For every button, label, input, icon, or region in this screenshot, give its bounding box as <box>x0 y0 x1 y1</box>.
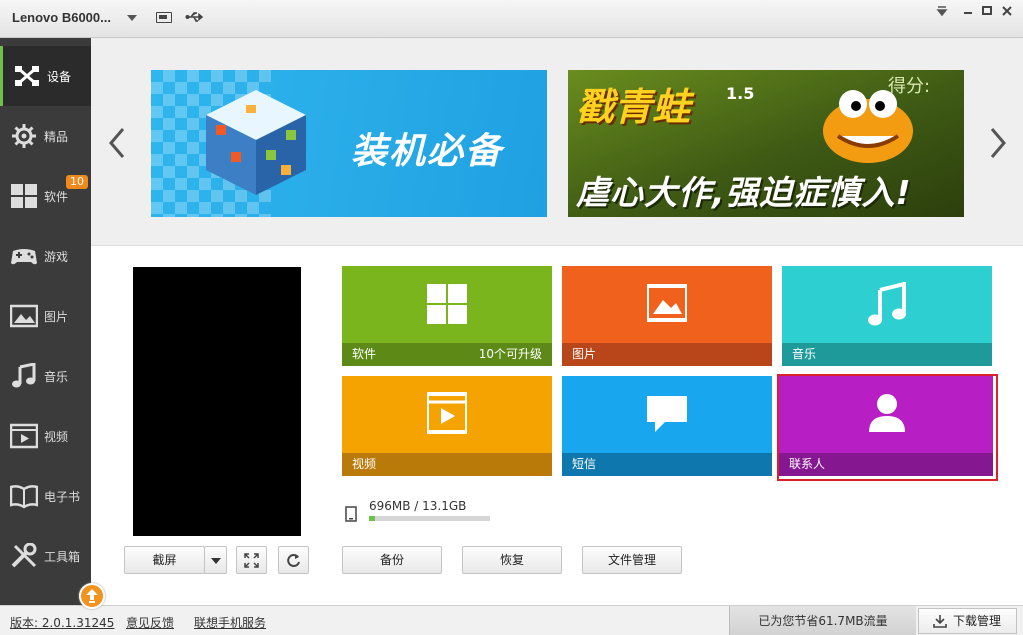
version-link[interactable]: 版本: 2.0.1.31245 <box>10 614 114 631</box>
sidebar-item-games[interactable]: 游戏 <box>0 226 91 286</box>
tile-video[interactable]: 视频 <box>342 376 552 476</box>
apps-icon <box>427 284 467 324</box>
chevron-down-icon[interactable] <box>127 15 137 21</box>
tile-software[interactable]: 软件 10个可升级 <box>342 266 552 366</box>
sidebar-item-label: 软件 <box>44 190 69 204</box>
music-icon <box>12 363 36 388</box>
sidebar-item-toolbox[interactable]: 工具箱 <box>0 526 91 586</box>
restore-button[interactable]: 恢复 <box>462 546 562 574</box>
data-saved-text: 已为您节省61.7MB流量 <box>729 606 916 635</box>
banner-game-title: 戳青蛙 <box>576 85 691 129</box>
minimize-icon[interactable] <box>960 4 976 18</box>
sidebar-item-label: 视频 <box>44 430 69 444</box>
update-available-icon[interactable] <box>79 583 105 609</box>
sidebar: 设备 精品 软件 10 游戏 图片 音乐 视频 电子书 工具箱 <box>0 38 91 605</box>
device-selector[interactable]: Lenovo B6000... <box>12 10 111 25</box>
tools-icon <box>11 543 37 568</box>
sidebar-item-pictures[interactable]: 图片 <box>0 286 91 346</box>
feedback-link[interactable]: 意见反馈 <box>126 614 174 631</box>
tile-label: 视频 <box>352 457 377 471</box>
sidebar-item-ebook[interactable]: 电子书 <box>0 466 91 526</box>
banner-carousel: 装机必备 得分: 1.5 戳青蛙 虐心大作,强迫症慎入! <box>91 38 1023 246</box>
maximize-icon[interactable] <box>979 4 995 18</box>
device-icon <box>15 66 39 86</box>
title-bar: Lenovo B6000... <box>0 0 1023 38</box>
screenshot-dropdown[interactable] <box>204 546 227 574</box>
fullscreen-icon <box>244 553 259 568</box>
phone-screen-preview <box>133 267 301 536</box>
usb-icon <box>185 12 204 22</box>
upgrade-count: 10个可升级 <box>478 347 542 361</box>
file-manager-button[interactable]: 文件管理 <box>582 546 682 574</box>
tile-pictures[interactable]: 图片 <box>562 266 772 366</box>
sidebar-item-featured[interactable]: 精品 <box>0 106 91 166</box>
tile-label: 软件 <box>352 347 377 361</box>
frog-image <box>823 90 913 163</box>
chevron-right-icon[interactable] <box>988 126 1008 160</box>
storage-usage-bar <box>369 516 490 521</box>
banner-number: 1.5 <box>726 84 755 103</box>
sidebar-item-label: 电子书 <box>44 490 81 504</box>
video-icon <box>10 423 38 449</box>
banner-essentials[interactable]: 装机必备 <box>151 70 547 217</box>
refresh-icon <box>287 554 300 567</box>
screenshot-button[interactable]: 截屏 <box>124 546 205 574</box>
sidebar-item-label: 图片 <box>44 310 69 324</box>
storage-usage-fill <box>369 516 376 521</box>
message-icon <box>647 396 687 432</box>
close-icon[interactable] <box>999 4 1015 18</box>
picture-icon <box>647 284 687 322</box>
chevron-down-icon <box>211 558 221 564</box>
banner-game[interactable]: 得分: 1.5 戳青蛙 虐心大作,强迫症慎入! <box>568 70 964 217</box>
tile-label: 音乐 <box>792 347 817 361</box>
sidebar-item-video[interactable]: 视频 <box>0 406 91 466</box>
video-icon <box>427 392 467 434</box>
backup-button[interactable]: 备份 <box>342 546 442 574</box>
status-bar: 版本: 2.0.1.31245 意见反馈 联想手机服务 已为您节省61.7MB流… <box>0 605 1023 635</box>
sidebar-item-device[interactable]: 设备 <box>0 46 91 106</box>
tablet-icon <box>345 506 357 522</box>
banner-game-tagline: 虐心大作,强迫症慎入! <box>576 173 912 212</box>
refresh-button[interactable] <box>278 546 309 574</box>
gear-icon <box>12 124 36 148</box>
chevron-left-icon[interactable] <box>107 126 127 160</box>
book-icon <box>10 485 38 509</box>
sidebar-item-label: 工具箱 <box>44 550 81 564</box>
banner-essentials-text: 装机必备 <box>351 131 504 172</box>
tile-messages[interactable]: 短信 <box>562 376 772 476</box>
selection-highlight <box>777 374 998 481</box>
sidebar-item-label: 音乐 <box>44 370 69 384</box>
app-cube-image <box>206 90 306 195</box>
sidebar-item-label: 游戏 <box>44 250 69 264</box>
apps-icon <box>11 184 37 208</box>
download-icon <box>933 615 947 628</box>
storage-usage-text: 696MB / 13.1GB <box>369 499 467 513</box>
music-icon <box>868 282 906 326</box>
lenovo-service-link[interactable]: 联想手机服务 <box>194 614 266 631</box>
tile-label: 图片 <box>572 347 597 361</box>
download-manager-button[interactable]: 下载管理 <box>918 608 1017 634</box>
tile-music[interactable]: 音乐 <box>782 266 992 366</box>
gamepad-icon <box>11 249 37 265</box>
picture-icon <box>10 304 38 328</box>
tile-label: 短信 <box>572 457 597 471</box>
sidebar-item-software[interactable]: 软件 10 <box>0 166 91 226</box>
dropdown-triangle-icon[interactable] <box>934 4 950 18</box>
update-count-badge: 10 <box>66 175 88 189</box>
sidebar-item-label: 设备 <box>47 70 72 84</box>
download-manager-label: 下载管理 <box>953 614 1002 628</box>
fullscreen-button[interactable] <box>236 546 267 574</box>
sidebar-item-label: 精品 <box>44 130 69 144</box>
sidebar-item-music[interactable]: 音乐 <box>0 346 91 406</box>
battery-icon <box>156 12 172 23</box>
